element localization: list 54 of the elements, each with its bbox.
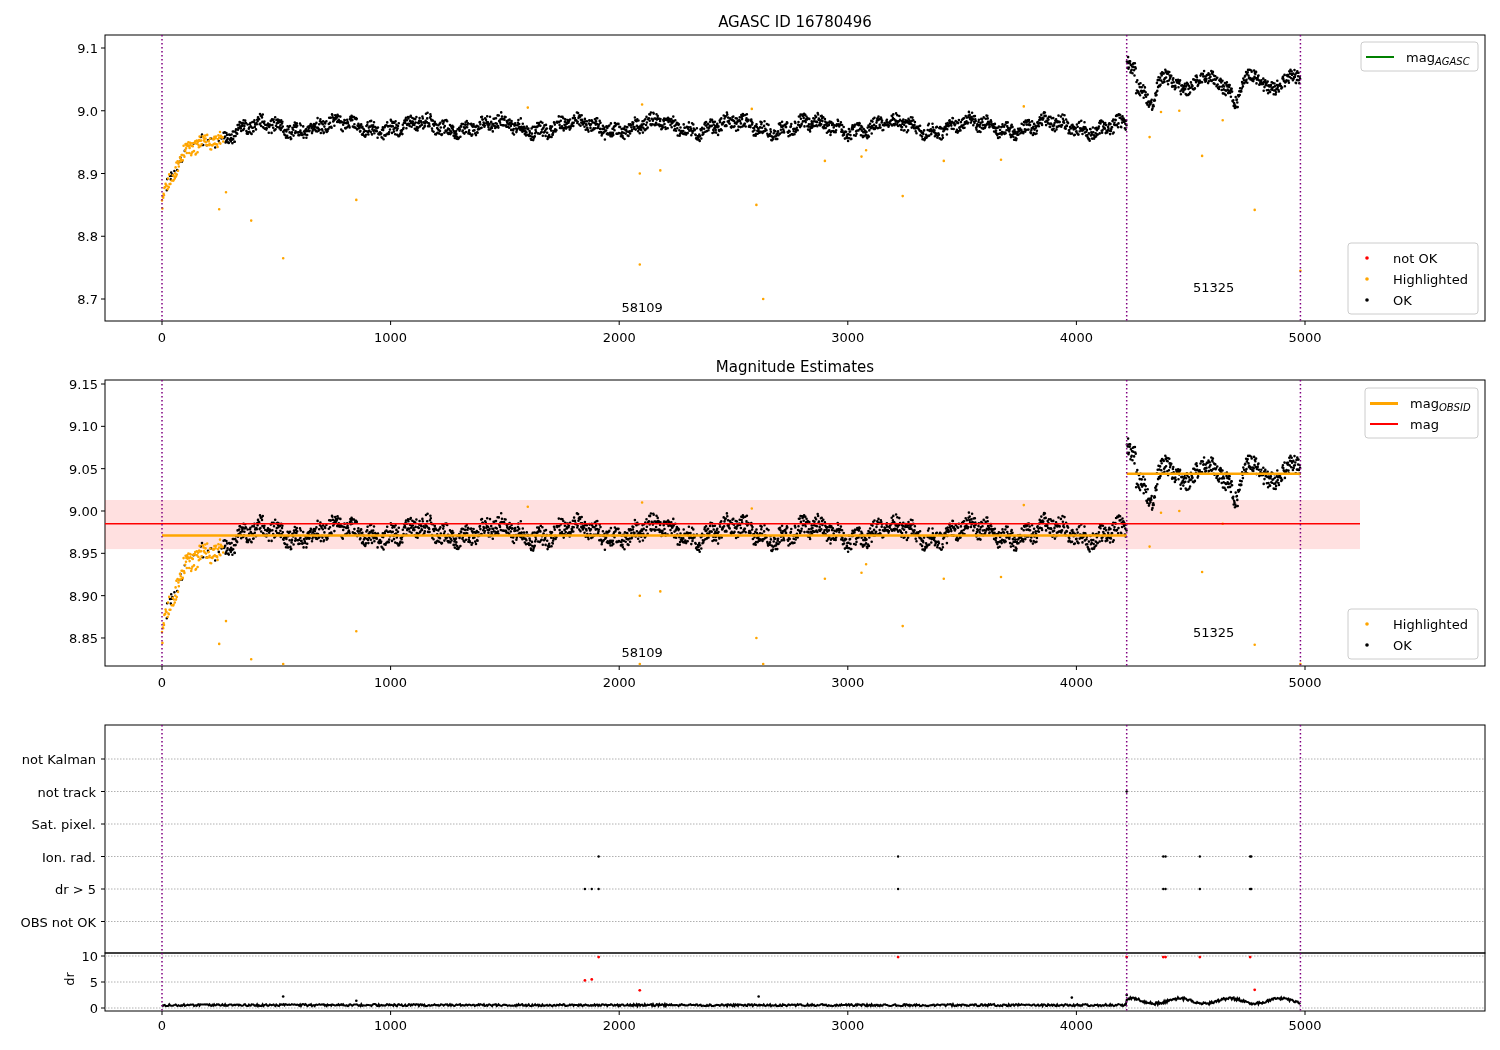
tick-label: 1000 xyxy=(374,1018,408,1033)
tick-label: 1000 xyxy=(374,675,408,690)
tick-label: 0 xyxy=(157,675,167,690)
annotation-label: 58109 xyxy=(621,645,663,660)
tick-label: 9.00 xyxy=(69,504,98,519)
tick-label: 9.10 xyxy=(69,419,98,435)
tick-label: 4000 xyxy=(1059,1018,1093,1033)
axis-label: dr xyxy=(62,972,77,986)
tick-label: 5000 xyxy=(1288,675,1322,690)
tick-label: dr > 5 xyxy=(54,882,96,897)
tick-label: 8.90 xyxy=(69,588,98,604)
tick-label: not Kalman xyxy=(21,752,96,767)
legend-label: mag xyxy=(1410,417,1439,432)
tick-label: 5000 xyxy=(1288,330,1322,345)
tick-label: 3000 xyxy=(831,1018,865,1033)
tick-label: 9.1 xyxy=(77,41,98,56)
chart-title: AGASC ID 16780496 xyxy=(718,13,872,31)
tick-label: 4000 xyxy=(1059,675,1093,690)
tick-label: OBS not OK xyxy=(20,914,96,930)
tick-label: 1000 xyxy=(374,330,408,345)
tick-label: 0 xyxy=(157,330,167,345)
tick-label: Sat. pixel. xyxy=(31,817,96,832)
tick-label: 3000 xyxy=(831,330,865,345)
tick-label: 3000 xyxy=(831,675,865,690)
tick-label: 5000 xyxy=(1288,1018,1322,1033)
legend-label: OK xyxy=(1393,293,1412,308)
tick-label: 8.9 xyxy=(77,166,98,182)
legend-label: not OK xyxy=(1393,251,1438,266)
tick-label: 10 xyxy=(81,949,98,964)
legend-label: Highlighted xyxy=(1393,272,1468,287)
tick-label: 9.0 xyxy=(77,103,98,119)
tick-label: 8.95 xyxy=(69,546,98,562)
annotation-label: 51325 xyxy=(1192,625,1235,640)
tick-label: 9.15 xyxy=(69,377,98,392)
tick-label: 2000 xyxy=(602,1018,636,1033)
tick-label: 9.05 xyxy=(69,461,98,477)
tick-label: 4000 xyxy=(1059,330,1093,345)
tick-label: 2000 xyxy=(602,330,636,345)
tick-label: 0 xyxy=(157,1018,167,1033)
tick-label: 8.85 xyxy=(69,631,98,646)
tick-label: not track xyxy=(37,784,96,800)
legend-label: Highlighted xyxy=(1393,617,1468,632)
tick-label: 8.7 xyxy=(77,292,98,307)
tick-label: 8.8 xyxy=(77,229,98,245)
tick-label: Ion. rad. xyxy=(42,849,96,865)
legend-label: mag$_{AGASC}$ xyxy=(1406,50,1470,67)
annotation-label: 58109 xyxy=(621,300,663,315)
tick-label: 0 xyxy=(89,1001,98,1016)
tick-label: 5 xyxy=(89,975,98,990)
annotation-label: 51325 xyxy=(1192,280,1235,295)
chart-title: Magnitude Estimates xyxy=(715,358,875,376)
legend-label: mag$_{OBSID}$ xyxy=(1410,396,1471,413)
tick-label: 2000 xyxy=(602,675,636,690)
legend-label: OK xyxy=(1393,638,1412,653)
